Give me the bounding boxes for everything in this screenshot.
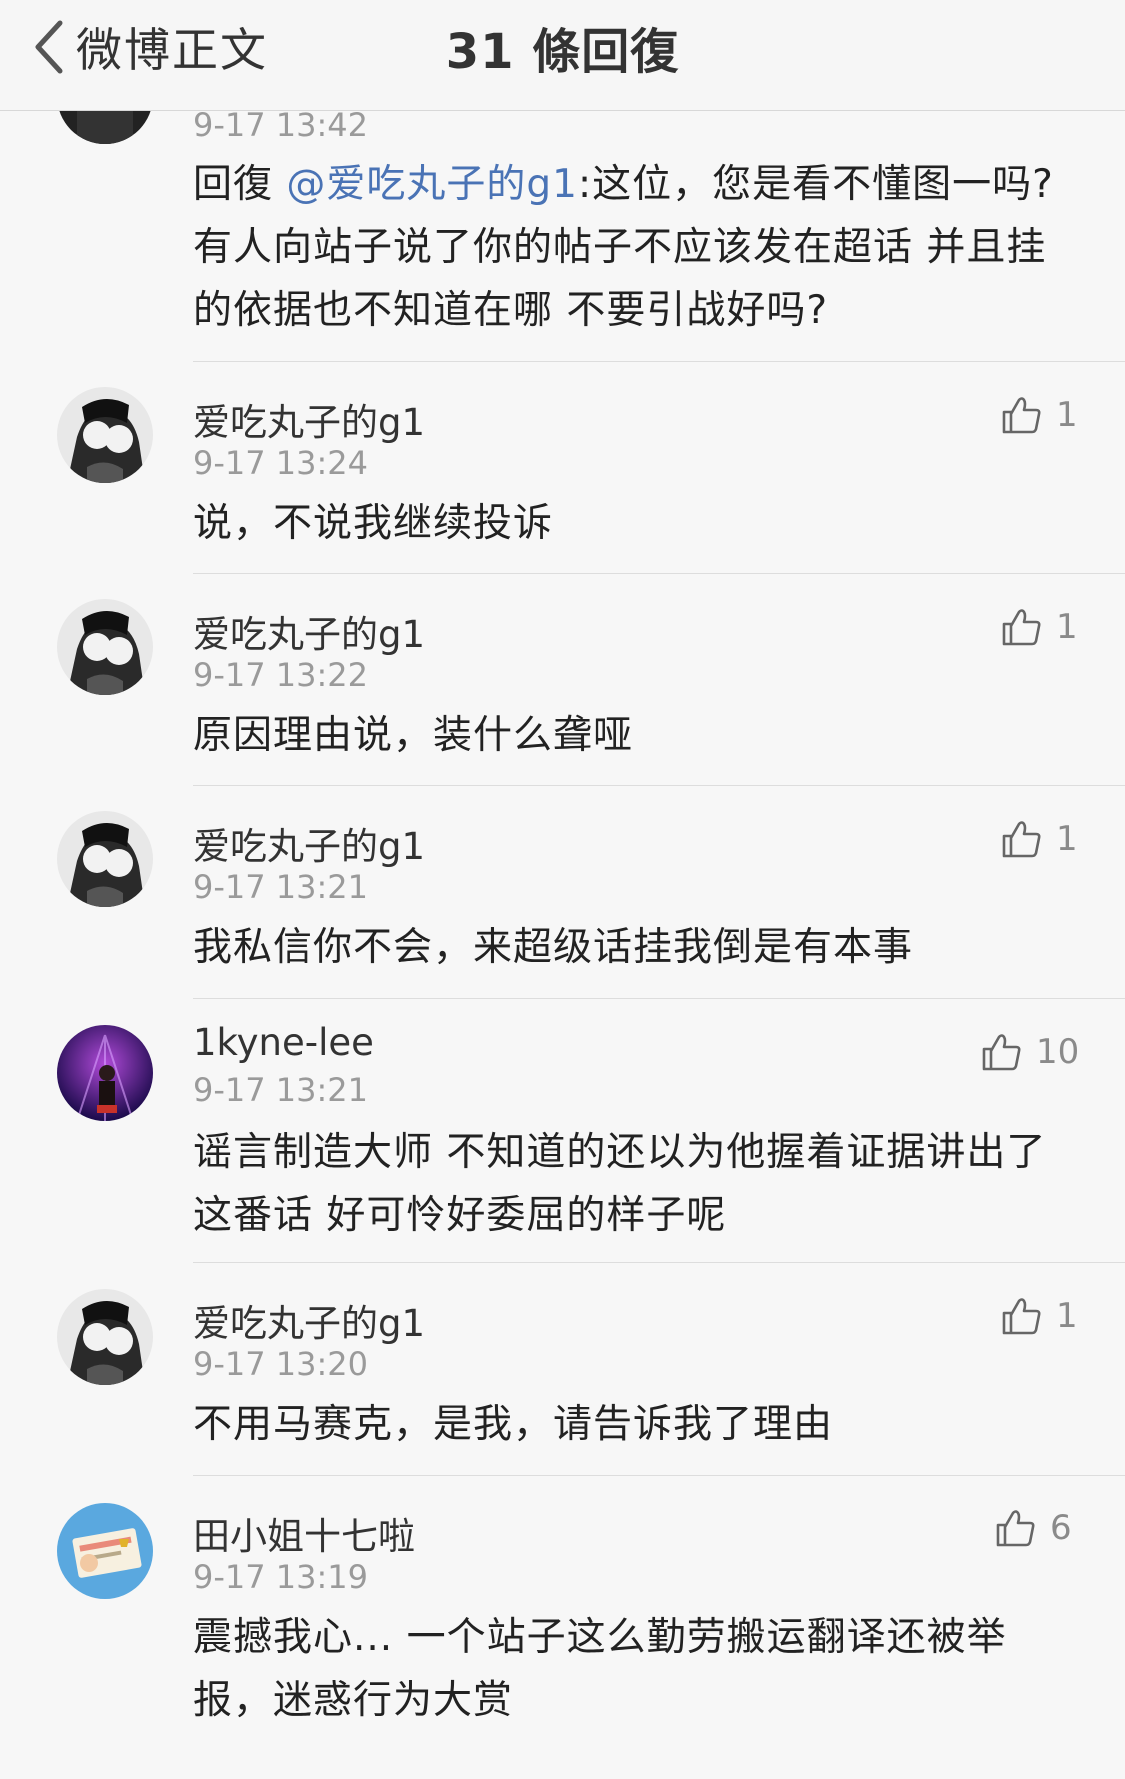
reply-prefix: 回復 — [193, 162, 287, 207]
comment-item[interactable]: 爱吃丸子的g1 1 9-17 13:20 不用马赛克，是我，请告诉我了理由 — [0, 1263, 1125, 1476]
like-button[interactable]: 1 — [1000, 387, 1078, 443]
comment-text: 原因理由说，装什么聋哑 — [193, 713, 634, 758]
avatar[interactable] — [57, 599, 153, 695]
comment-item[interactable]: 1kyne-lee 10 9-17 13:21 谣言制造大师 不知道的还以为他握… — [0, 999, 1125, 1263]
comment-item[interactable]: 田小姐十七啦 6 9-17 13:19 震撼我心... 一个站子这么勤劳搬运翻译… — [0, 1476, 1125, 1779]
thumbs-up-icon — [1002, 821, 1041, 858]
commenter-name[interactable]: 1kyne-lee — [193, 1021, 374, 1064]
like-count: 1 — [1056, 819, 1078, 859]
like-count: 1 — [1056, 395, 1078, 435]
commenter-name[interactable]: 爱吃丸子的g1 — [193, 392, 425, 446]
thumbs-up-icon — [996, 1510, 1035, 1547]
like-button[interactable]: 1 — [1000, 1288, 1078, 1344]
comment-time: 9-17 13:19 — [193, 1558, 369, 1596]
comment-text: 说，不说我继续投诉 — [193, 501, 554, 546]
like-count: 1 — [1056, 1296, 1078, 1336]
comment-item[interactable]: 爱吃丸子的g1 1 9-17 13:24 说，不说我继续投诉 — [0, 362, 1125, 574]
like-count: 10 — [1036, 1032, 1080, 1072]
thumbs-up-icon — [1002, 1298, 1041, 1335]
avatar[interactable] — [57, 1025, 153, 1121]
navigation-bar: 微博正文 31 條回復 — [0, 0, 1125, 111]
commenter-name[interactable]: 爱吃丸子的g1 — [193, 816, 425, 870]
comment-time: 9-17 13:24 — [193, 444, 369, 482]
comment-item[interactable]: 爱吃丸子的g1 1 9-17 13:22 原因理由说，装什么聋哑 — [0, 574, 1125, 786]
like-count: 1 — [1056, 607, 1078, 647]
thumbs-up-icon — [1002, 609, 1041, 646]
comment-time: 9-17 13:21 — [193, 1071, 369, 1109]
comment-time: 9-17 13:42 — [193, 106, 369, 144]
mention-link[interactable]: @爱吃丸子的g1 — [286, 162, 578, 207]
commenter-name[interactable]: 爱吃丸子的g1 — [193, 604, 425, 658]
thumbs-up-icon — [982, 1034, 1021, 1071]
avatar[interactable] — [57, 1289, 153, 1385]
like-button[interactable]: 1 — [1000, 811, 1078, 867]
comment-time: 9-17 13:21 — [193, 868, 369, 906]
comment-text: 震撼我心... 一个站子这么勤劳搬运翻译还被举报，迷惑行为大赏 — [193, 1615, 1007, 1723]
comment-text: 不用马赛克，是我，请告诉我了理由 — [193, 1402, 834, 1447]
avatar[interactable] — [57, 811, 153, 907]
commenter-name[interactable]: 爱吃丸子的g1 — [193, 1293, 425, 1347]
avatar[interactable] — [57, 1503, 153, 1599]
comment-text: 我私信你不会，来超级话挂我倒是有本事 — [193, 925, 914, 970]
comment-text: 回復 @爱吃丸子的g1:这位，您是看不懂图一吗?有人向站子说了你的帖子不应该发在… — [193, 153, 1073, 342]
commenter-name[interactable]: 田小姐十七啦 — [193, 1506, 415, 1560]
avatar[interactable] — [57, 387, 153, 483]
comment-text: 谣言制造大师 不知道的还以为他握着证据讲出了这番话 好可怜好委屈的样子呢 — [193, 1130, 1047, 1238]
comment-time: 9-17 13:20 — [193, 1345, 369, 1383]
like-button[interactable]: 10 — [980, 1024, 1079, 1080]
like-button[interactable]: 6 — [994, 1500, 1072, 1556]
comment-time: 9-17 13:22 — [193, 656, 369, 694]
thumbs-up-icon — [1002, 397, 1041, 434]
like-button[interactable]: 1 — [1000, 599, 1078, 655]
like-count: 6 — [1050, 1508, 1072, 1548]
comment-item[interactable]: 爱吃丸子的g1 1 9-17 13:21 我私信你不会，来超级话挂我倒是有本事 — [0, 786, 1125, 999]
page-title: 31 條回復 — [445, 24, 680, 80]
